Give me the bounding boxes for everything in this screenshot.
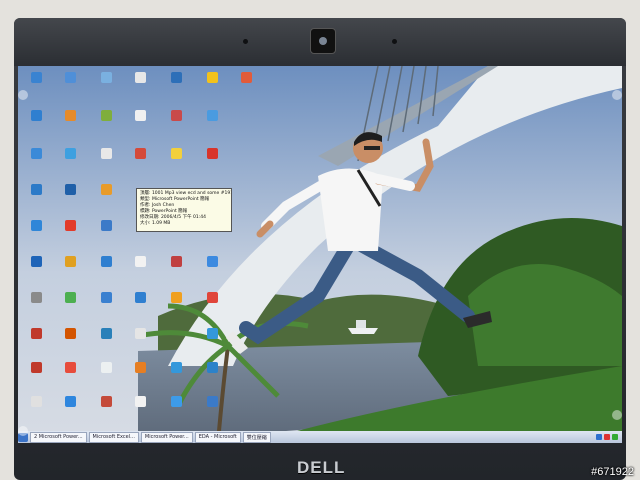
desktop-icon[interactable] — [162, 256, 190, 267]
desktop-icon[interactable] — [22, 148, 50, 159]
boat — [348, 328, 378, 334]
desktop-icon[interactable] — [92, 396, 120, 407]
desktop-icon[interactable] — [232, 72, 260, 83]
system-tray — [596, 434, 622, 440]
webcam-icon — [310, 28, 336, 54]
desktop-icon[interactable] — [56, 184, 84, 195]
screen-bumper — [18, 426, 28, 436]
desktop-icon[interactable] — [22, 184, 50, 195]
desktop-icon[interactable] — [198, 292, 226, 303]
desktop-icon[interactable] — [22, 256, 50, 267]
screen-bumper — [612, 90, 622, 100]
tooltip-line: 大小: 1.09 MB — [140, 221, 171, 226]
desktop-icon[interactable] — [22, 328, 50, 339]
desktop-icon[interactable] — [162, 148, 190, 159]
desktop-icon[interactable] — [92, 220, 120, 231]
taskbar-item[interactable]: EDA - Microsoft — [194, 431, 241, 443]
taskbar-item[interactable]: Microsoft Power... — [140, 431, 193, 443]
desktop-icon[interactable] — [22, 72, 50, 83]
desktop-icon[interactable] — [56, 148, 84, 159]
desktop-icon[interactable] — [126, 362, 154, 373]
desktop-icon[interactable] — [56, 110, 84, 121]
boat-cabin — [356, 320, 366, 328]
tray-icon[interactable] — [596, 434, 602, 440]
desktop-icon[interactable] — [56, 256, 84, 267]
desktop-icon[interactable] — [22, 220, 50, 231]
desktop-icon[interactable] — [126, 148, 154, 159]
desktop-icon[interactable] — [198, 362, 226, 373]
file-info-tooltip: 頂層: 1001 Mp3 view ecd and some #191#04.p… — [136, 188, 232, 232]
desktop-icon[interactable] — [92, 110, 120, 121]
tray-icon[interactable] — [612, 434, 618, 440]
desktop-icon[interactable] — [56, 220, 84, 231]
desktop-icon[interactable] — [92, 256, 120, 267]
photo-scene: 頂層: 1001 Mp3 view ecd and some #191#04.p… — [0, 0, 640, 480]
desktop-icon[interactable] — [56, 328, 84, 339]
desktop-icon[interactable] — [56, 292, 84, 303]
wallpaper-photo — [18, 66, 622, 442]
taskbar: 2 Microsoft Power... Microsoft Excel... … — [18, 431, 622, 443]
desktop-icon[interactable] — [22, 292, 50, 303]
laptop-screen — [18, 66, 622, 442]
desktop-icon[interactable] — [126, 292, 154, 303]
desktop-icon[interactable] — [126, 328, 154, 339]
desktop-icon[interactable] — [92, 148, 120, 159]
desktop-icon[interactable] — [22, 362, 50, 373]
dell-logo: DELL — [297, 458, 346, 477]
desktop-icon[interactable] — [22, 396, 50, 407]
desktop-icon[interactable] — [162, 110, 190, 121]
desktop-icon[interactable] — [198, 328, 226, 339]
desktop-icon[interactable] — [126, 72, 154, 83]
desktop-icon[interactable] — [92, 328, 120, 339]
desktop-icon[interactable] — [162, 72, 190, 83]
desktop-icon[interactable] — [162, 396, 190, 407]
desktop-icon[interactable] — [126, 110, 154, 121]
desktop-icon[interactable] — [92, 72, 120, 83]
desktop-icon[interactable] — [56, 396, 84, 407]
desktop-icon[interactable] — [22, 110, 50, 121]
desktop-icon[interactable] — [92, 362, 120, 373]
desktop-icon[interactable] — [198, 72, 226, 83]
microphone-dot — [243, 39, 248, 44]
desktop-icon[interactable] — [56, 362, 84, 373]
screen-bumper — [18, 90, 28, 100]
taskbar-item[interactable]: Microsoft Excel... — [88, 431, 139, 443]
desktop-icon[interactable] — [198, 148, 226, 159]
screen-bumper — [612, 410, 622, 420]
desktop-icon[interactable] — [126, 396, 154, 407]
taskbar-item[interactable]: 雙位壓縮 — [242, 431, 271, 443]
microphone-dot — [392, 39, 397, 44]
desktop-icon[interactable] — [198, 256, 226, 267]
desktop-icon[interactable] — [126, 256, 154, 267]
desktop-icon[interactable] — [92, 292, 120, 303]
desktop-icon[interactable] — [56, 72, 84, 83]
desktop-icon[interactable] — [198, 396, 226, 407]
desktop-icon[interactable] — [198, 110, 226, 121]
watermark: #671922 — [591, 466, 634, 478]
desktop-icon[interactable] — [162, 292, 190, 303]
desktop-icon[interactable] — [162, 362, 190, 373]
taskbar-item[interactable]: 2 Microsoft Power... — [30, 431, 87, 443]
tray-icon[interactable] — [604, 434, 610, 440]
desktop-icon[interactable] — [92, 184, 120, 195]
